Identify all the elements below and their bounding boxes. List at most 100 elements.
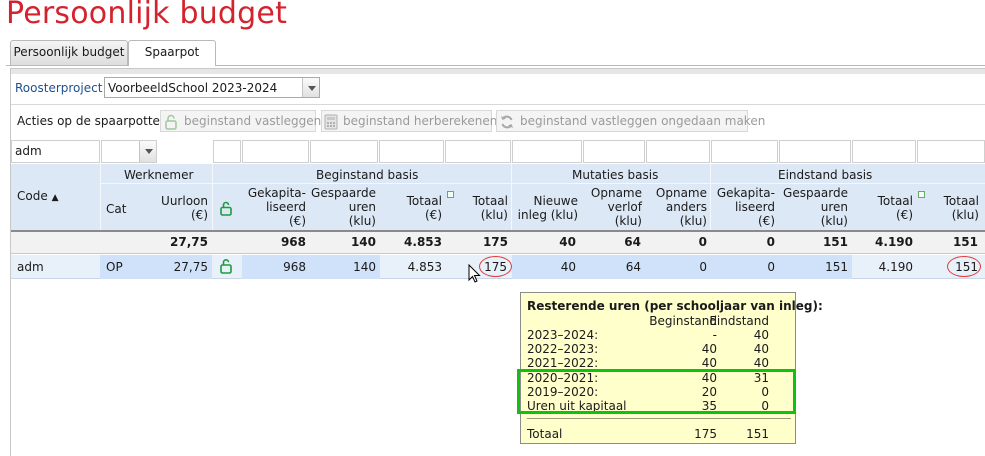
col-b-kap-line3: (€) bbox=[289, 214, 306, 228]
group-eindstand: Eindstand basis bbox=[778, 168, 873, 182]
col-b-gespaarde[interactable]: Gespaarde uren (klu) bbox=[310, 186, 376, 228]
col-e-totaal-eur[interactable]: Totaal (€) bbox=[852, 194, 913, 222]
row-code: adm bbox=[17, 260, 44, 274]
tooltip-row-label: 2023–2024: bbox=[527, 328, 599, 342]
row-b-kap: 968 bbox=[283, 260, 306, 274]
col-m-verlof-line3: (klu) bbox=[614, 214, 642, 228]
col-lock[interactable] bbox=[219, 201, 233, 219]
group-beginstand: Beginstand basis bbox=[316, 168, 419, 182]
undo-refresh-icon bbox=[501, 115, 513, 128]
b-kap-filter-input[interactable] bbox=[242, 140, 309, 163]
e-kap-filter-input[interactable] bbox=[711, 140, 778, 163]
m-anders-filter-input[interactable] bbox=[646, 140, 710, 163]
row-uurloon: 27,75 bbox=[173, 260, 208, 274]
lock-open-icon bbox=[220, 259, 232, 274]
total-e-kap: 0 bbox=[766, 235, 775, 249]
col-m-verlof-line2: verlof bbox=[607, 200, 642, 214]
col-code[interactable]: Code ▲ bbox=[17, 189, 58, 205]
b-tot-eur-filter-input[interactable] bbox=[379, 140, 444, 163]
highlight-circle-eind bbox=[947, 256, 981, 277]
col-e-totaal-klu[interactable]: Totaal (klu) bbox=[918, 194, 979, 222]
col-e-gespaarde[interactable]: Gespaarde uren (klu) bbox=[780, 186, 848, 228]
total-e-gesp: 151 bbox=[822, 235, 848, 249]
calculator-icon bbox=[324, 114, 338, 129]
b-gesp-filter-input[interactable] bbox=[310, 140, 378, 163]
header-divider bbox=[100, 164, 101, 230]
tab-spaarpot[interactable]: Spaarpot bbox=[128, 40, 216, 66]
col-m-anders[interactable]: Opname anders (klu) bbox=[646, 186, 707, 228]
beginstand-ongedaan-maken-button[interactable]: beginstand vastleggen ongedaan maken bbox=[496, 110, 765, 132]
tooltip-row: 2021–2022: 40 40 bbox=[527, 356, 791, 370]
project-select[interactable]: VoorbeeldSchool 2023-2024 bbox=[104, 77, 320, 98]
beginstand-vastleggen-label: beginstand vastleggen bbox=[184, 114, 322, 128]
total-uurloon: 27,75 bbox=[170, 235, 208, 249]
total-e-tot-klu: 151 bbox=[952, 235, 978, 249]
e-gesp-filter-input[interactable] bbox=[779, 140, 851, 163]
col-m-anders-line3: (klu) bbox=[679, 214, 707, 228]
col-b-kap-line1: Gekapita- bbox=[247, 186, 306, 200]
b-tot-klu-filter-input[interactable] bbox=[445, 140, 511, 163]
row-e-gesp: 151 bbox=[825, 260, 848, 274]
col-m-verlof[interactable]: Opname verlof (klu) bbox=[584, 186, 642, 228]
col-e-tot-klu-line1: Totaal bbox=[943, 194, 979, 208]
tooltip-title: Resterende uren (per schooljaar van inle… bbox=[527, 299, 823, 313]
header-divider bbox=[212, 164, 213, 230]
tab-persoonlijk-budget[interactable]: Persoonlijk budget bbox=[10, 40, 128, 65]
col-e-tot-klu-line2: (klu) bbox=[951, 208, 979, 222]
tooltip-col-begin: Beginstand bbox=[649, 314, 717, 328]
tooltip-total-row: Totaal 175 151 bbox=[527, 427, 791, 441]
total-m-verlof: 64 bbox=[624, 235, 641, 249]
col-m-inleg[interactable]: Nieuwe inleg (klu) bbox=[512, 194, 578, 222]
group-werknemer: Werknemer bbox=[124, 168, 194, 182]
beginstand-herberekenen-label: beginstand herberekenen bbox=[343, 114, 498, 128]
tooltip-row-eind: 40 bbox=[753, 328, 769, 342]
row-m-verlof: 64 bbox=[625, 260, 641, 274]
col-uurloon[interactable]: Uurloon (€) bbox=[140, 194, 208, 222]
beginstand-herberekenen-button[interactable]: beginstand herberekenen bbox=[321, 110, 497, 132]
cat-filter-select[interactable] bbox=[101, 140, 157, 163]
page-title: Persoonlijk budget bbox=[6, 0, 288, 31]
row-m-inleg: 40 bbox=[560, 260, 576, 274]
mouse-cursor-icon bbox=[468, 264, 481, 283]
tooltip-total-label: Totaal bbox=[527, 427, 563, 441]
total-b-tot-eur: 4.853 bbox=[404, 235, 442, 249]
total-m-anders: 0 bbox=[698, 235, 707, 249]
toolbar-separator bbox=[11, 104, 985, 105]
header-divider bbox=[710, 164, 711, 230]
col-code-label: Code bbox=[17, 189, 48, 203]
col-e-kap-line2: liseerd bbox=[734, 200, 775, 214]
col-b-tot-klu-line1: Totaal bbox=[472, 194, 508, 208]
chevron-down-icon[interactable] bbox=[139, 141, 156, 162]
m-inleg-filter-input[interactable] bbox=[512, 140, 582, 163]
tooltip-row: 2023–2024: - 40 bbox=[527, 328, 791, 342]
chevron-down-icon[interactable] bbox=[302, 78, 319, 97]
e-tot-eur-filter-input[interactable] bbox=[852, 140, 916, 163]
highlight-box bbox=[517, 369, 796, 414]
col-e-gesp-line3: (klu) bbox=[820, 214, 848, 228]
row-b-tot-eur: 4.853 bbox=[407, 260, 442, 274]
col-e-kap-line1: Gekapita- bbox=[716, 186, 775, 200]
actions-label: Acties op de spaarpotten: bbox=[17, 114, 172, 128]
col-e-kapitaliseerd[interactable]: Gekapita- liseerd (€) bbox=[712, 186, 775, 228]
code-filter-value: adm bbox=[15, 144, 42, 158]
lock-open-icon bbox=[165, 114, 177, 130]
tooltip-header-row: Beginstand Eindstand bbox=[527, 314, 791, 328]
e-tot-klu-filter-input[interactable] bbox=[917, 140, 985, 163]
total-e-tot-eur: 4.190 bbox=[875, 235, 913, 249]
row-lock-status[interactable] bbox=[219, 258, 233, 277]
col-b-totaal-klu[interactable]: Totaal (klu) bbox=[446, 194, 508, 222]
lock-filter-input[interactable] bbox=[213, 140, 241, 163]
col-cat[interactable]: Cat bbox=[106, 202, 126, 216]
header-group-divider bbox=[100, 183, 985, 184]
beginstand-vastleggen-button[interactable]: beginstand vastleggen bbox=[160, 110, 321, 132]
col-b-totaal-eur[interactable]: Totaal (€) bbox=[380, 194, 442, 222]
group-mutaties: Mutaties basis bbox=[572, 168, 659, 182]
col-e-kap-line3: (€) bbox=[758, 214, 775, 228]
code-filter-input[interactable]: adm bbox=[11, 140, 100, 163]
project-select-value: VoorbeeldSchool 2023-2024 bbox=[108, 81, 278, 95]
tooltip-total-eind: 151 bbox=[746, 427, 769, 441]
col-b-kapitaliseerd[interactable]: Gekapita- liseerd (€) bbox=[244, 186, 306, 228]
tooltip-row-label: 2022–2023: bbox=[527, 342, 599, 356]
tooltip-row: 2022–2023: 40 40 bbox=[527, 342, 791, 356]
m-verlof-filter-input[interactable] bbox=[583, 140, 645, 163]
